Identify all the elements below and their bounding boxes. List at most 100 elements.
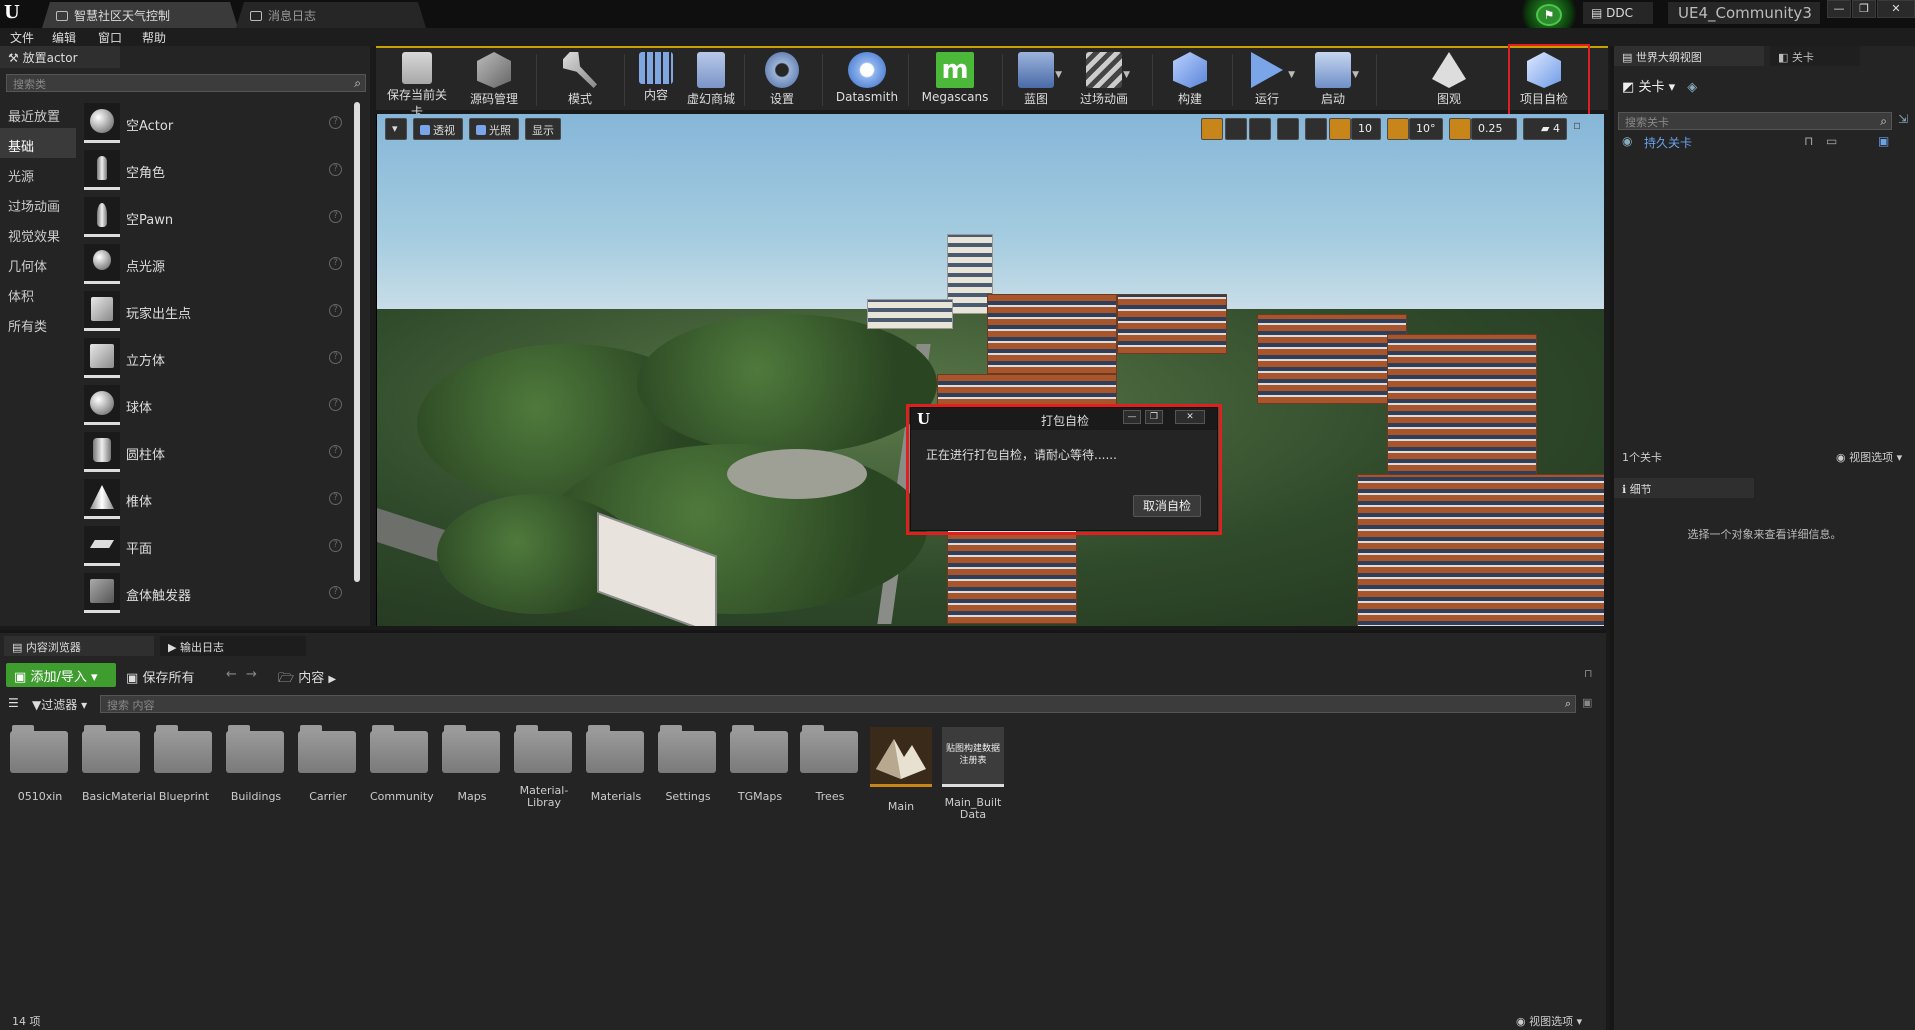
place-actor-search-input[interactable]: 搜索类 ⌕ <box>6 74 366 92</box>
actor-item-empty-actor[interactable]: 空Actor ? <box>80 100 350 147</box>
actor-item-sphere[interactable]: 球体 ? <box>80 382 350 429</box>
add-import-button[interactable]: ▣ 添加/导入 ▾ <box>6 663 116 687</box>
help-icon[interactable]: ? <box>329 492 342 505</box>
content-button[interactable]: 内容 <box>634 52 678 112</box>
save-current-level-button[interactable]: 保存当前关卡 <box>382 52 452 119</box>
category-cinematic[interactable]: 过场动画 <box>0 188 76 218</box>
visibility-eye-icon[interactable]: ◉ <box>1622 134 1632 148</box>
close-button[interactable]: ✕ <box>1877 0 1915 18</box>
blueprint-button[interactable]: ▼ 蓝图 <box>1012 52 1062 112</box>
folder-item[interactable]: Settings <box>658 725 718 803</box>
tab-output-log[interactable]: ▶ 输出日志 <box>160 636 306 656</box>
history-back-icon[interactable]: ← <box>226 667 237 682</box>
actor-item-cone[interactable]: 椎体 ? <box>80 476 350 523</box>
rotation-snap-value[interactable]: 10° <box>1409 118 1443 140</box>
lock-icon[interactable]: ⊓ <box>1804 134 1813 148</box>
settings-button[interactable]: 设置 <box>754 52 810 112</box>
actor-item-cylinder[interactable]: 圆柱体 ? <box>80 429 350 476</box>
dialog-maximize-button[interactable]: ❐ <box>1145 410 1163 424</box>
tuguan-button[interactable]: ▼ 图观 <box>1424 52 1474 112</box>
category-recent[interactable]: 最近放置 <box>0 98 76 128</box>
source-control-button[interactable]: ▼ 源码管理 <box>462 52 526 112</box>
datasmith-button[interactable]: Datasmith <box>832 52 902 112</box>
help-icon[interactable]: ? <box>329 398 342 411</box>
folder-item[interactable]: TGMaps <box>730 725 790 803</box>
category-lights[interactable]: 光源 <box>0 158 76 188</box>
help-icon[interactable]: ? <box>329 210 342 223</box>
content-view-options[interactable]: ◉ 视图选项 ▾ <box>1516 1013 1582 1029</box>
content-search-input[interactable]: 搜索 内容 ⌕ <box>100 695 1576 713</box>
rotation-snap-icon[interactable] <box>1387 118 1409 140</box>
megascans-button[interactable]: m Megascans <box>918 52 992 112</box>
play-button[interactable]: ▼ 运行 <box>1242 52 1295 112</box>
tab-world-outliner[interactable]: ▤ 世界大纲视图 <box>1614 46 1764 66</box>
folder-item[interactable]: Blueprint <box>154 725 214 803</box>
asset-item-built-data[interactable]: 贴图构建数据注册表 Main_Built Data <box>942 727 1004 821</box>
ddc-button[interactable]: ▤ DDC <box>1583 2 1653 24</box>
category-volumes[interactable]: 体积 <box>0 278 76 308</box>
help-icon[interactable]: ? <box>329 304 342 317</box>
save-all-button[interactable]: ▣ 保存所有 <box>126 667 194 686</box>
level-row-persistent[interactable]: ◉ 持久关卡 ⊓ ▭ ▣ <box>1614 134 1915 152</box>
actor-item-empty-character[interactable]: 空角色 ? <box>80 147 350 194</box>
tab-content-browser[interactable]: ▤ 内容浏览器 <box>4 636 154 656</box>
dialog-minimize-button[interactable]: — <box>1123 410 1141 424</box>
tab-level-editor[interactable]: 智慧社区天气控制 <box>42 2 238 28</box>
menu-edit[interactable]: 编辑 <box>52 29 76 46</box>
level-viewport[interactable]: ▾ 透视 光照 显示 10 10° 0.25 ▰ 4 ▫ <box>376 114 1604 626</box>
add-level-icon[interactable]: ⇲ <box>1898 112 1908 126</box>
camera-speed-button[interactable]: ▰ 4 <box>1523 118 1567 140</box>
lit-mode-button[interactable]: 光照 <box>469 118 519 140</box>
outliner-view-options[interactable]: ◉ 视图选项 ▾ <box>1836 449 1902 465</box>
lock-icon[interactable]: ⊓ <box>1584 667 1593 680</box>
dialog-close-button[interactable]: ✕ <box>1175 410 1205 424</box>
grid-snap-value[interactable]: 10 <box>1351 118 1381 140</box>
folder-item[interactable]: Carrier <box>298 725 358 803</box>
game-level-icon[interactable]: ▭ <box>1826 134 1837 148</box>
scale-snap-value[interactable]: 0.25 <box>1471 118 1517 140</box>
folder-item[interactable]: Trees <box>800 725 860 803</box>
help-icon[interactable]: ? <box>329 116 342 129</box>
folder-item[interactable]: Buildings <box>226 725 286 803</box>
menu-help[interactable]: 帮助 <box>142 29 166 46</box>
grid-snap-icon[interactable] <box>1329 118 1351 140</box>
levels-dropdown-button[interactable]: ◩ 关卡 ▾ ◈ <box>1622 76 1697 95</box>
folder-item[interactable]: Community <box>370 725 434 803</box>
tab-levels[interactable]: ◧ 关卡 <box>1770 46 1860 66</box>
actor-item-cube[interactable]: 立方体 ? <box>80 335 350 382</box>
show-button[interactable]: 显示 <box>525 118 561 140</box>
category-geometry[interactable]: 几何体 <box>0 248 76 278</box>
help-icon[interactable]: ? <box>329 163 342 176</box>
help-icon[interactable]: ? <box>329 351 342 364</box>
help-icon[interactable]: ? <box>329 445 342 458</box>
perspective-button[interactable]: 透视 <box>413 118 463 140</box>
menu-file[interactable]: 文件 <box>10 29 34 46</box>
scale-tool-icon[interactable] <box>1249 118 1271 140</box>
build-button[interactable]: ▼ 构建 <box>1166 52 1214 112</box>
menu-window[interactable]: 窗口 <box>98 29 122 46</box>
actor-item-box-trigger[interactable]: 盒体触发器 ? <box>80 570 350 617</box>
actor-item-player-start[interactable]: 玩家出生点 ? <box>80 288 350 335</box>
sources-toggle-icon[interactable]: ☰ <box>8 696 19 710</box>
help-icon[interactable]: ? <box>329 257 342 270</box>
save-level-icon[interactable]: ▣ <box>1878 134 1889 148</box>
category-basic[interactable]: 基础 <box>0 128 76 158</box>
cinematics-button[interactable]: ▼ 过场动画 <box>1072 52 1136 112</box>
folder-item[interactable]: Material-Libray <box>514 725 574 809</box>
folder-item[interactable]: BasicMaterial <box>82 725 156 803</box>
category-all-classes[interactable]: 所有类 <box>0 308 76 338</box>
maximize-viewport-icon[interactable]: ▫ <box>1573 118 1589 140</box>
tab-message-log[interactable]: 消息日志 <box>236 2 426 28</box>
save-search-icon[interactable]: ▣ <box>1582 696 1592 709</box>
help-icon[interactable]: ? <box>329 586 342 599</box>
viewport-options-dropdown[interactable]: ▾ <box>385 118 407 140</box>
tab-details[interactable]: ℹ 细节 <box>1614 478 1754 498</box>
folder-item[interactable]: Materials <box>586 725 646 803</box>
path-breadcrumb[interactable]: 🗁 内容 ▶ <box>278 667 336 691</box>
actor-item-point-light[interactable]: 点光源 ? <box>80 241 350 288</box>
filters-button[interactable]: ▼过滤器 ▾ <box>32 696 87 713</box>
minimize-button[interactable]: — <box>1827 0 1851 18</box>
folder-item[interactable]: 0510xin <box>10 725 70 803</box>
tab-place-actor[interactable]: ⚒ 放置actor <box>0 46 120 68</box>
help-icon[interactable]: ? <box>329 539 342 552</box>
